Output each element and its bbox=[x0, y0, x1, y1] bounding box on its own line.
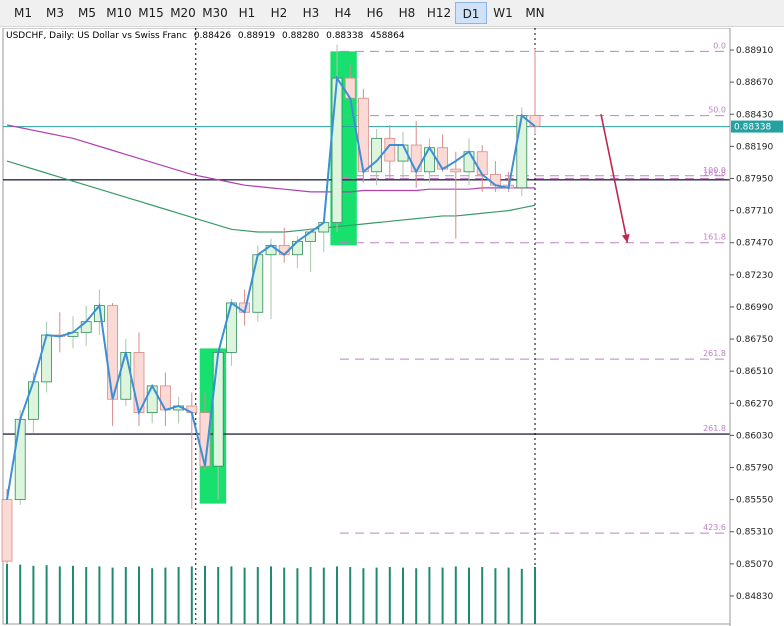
y-tick-label: 0.86510 bbox=[736, 367, 773, 377]
y-tick-label: 0.86270 bbox=[736, 399, 773, 409]
y-tick-label: 0.87230 bbox=[736, 271, 773, 281]
candle-body bbox=[27, 381, 39, 420]
tf-m5[interactable]: M5 bbox=[71, 2, 103, 24]
candle-body bbox=[516, 115, 528, 189]
current-price-label: 0.88338 bbox=[734, 123, 771, 133]
candle bbox=[489, 161, 501, 192]
candle bbox=[450, 151, 462, 239]
down-arrow-head bbox=[621, 233, 630, 243]
candle bbox=[107, 302, 118, 427]
tf-m15[interactable]: M15 bbox=[135, 2, 167, 24]
candle-body bbox=[357, 97, 369, 173]
candle bbox=[384, 124, 396, 179]
candle-body bbox=[331, 77, 343, 224]
y-tick-label: 0.86750 bbox=[736, 335, 773, 345]
fib-label-4: 161.8 bbox=[703, 233, 726, 242]
candle-body bbox=[159, 385, 171, 411]
down-arrow-line bbox=[600, 114, 629, 243]
fib-label-5: 261.8 bbox=[703, 349, 726, 358]
tf-mn[interactable]: MN bbox=[519, 2, 551, 24]
y-tick-label: 0.85070 bbox=[736, 560, 773, 570]
fib-label-0: 0.0 bbox=[713, 41, 726, 50]
candle bbox=[41, 321, 52, 393]
tf-m1[interactable]: M1 bbox=[7, 2, 39, 24]
y-tick-label: 0.88190 bbox=[736, 142, 773, 152]
candle-body bbox=[41, 334, 52, 383]
candle bbox=[410, 120, 422, 188]
tf-w1[interactable]: W1 bbox=[487, 2, 519, 24]
volume-value: 458864 bbox=[370, 31, 405, 41]
candle bbox=[1, 488, 13, 564]
candle bbox=[173, 396, 185, 424]
chart-window[interactable]: USDCHF, Daily: US Dollar vs Swiss Franc … bbox=[0, 28, 784, 626]
candle-body bbox=[344, 77, 356, 99]
tf-h12[interactable]: H12 bbox=[423, 2, 455, 24]
candle-body bbox=[450, 168, 462, 173]
tf-h4[interactable]: H4 bbox=[327, 2, 359, 24]
tf-m3[interactable]: M3 bbox=[39, 2, 71, 24]
y-tick-label: 0.87710 bbox=[736, 207, 773, 217]
y-tick-label: 0.86990 bbox=[736, 303, 773, 313]
y-tick-label: 0.88430 bbox=[736, 110, 773, 120]
tf-h1[interactable]: H1 bbox=[231, 2, 263, 24]
fib-label-7: 423.6 bbox=[703, 523, 726, 532]
candle bbox=[265, 238, 277, 319]
tf-h2[interactable]: H2 bbox=[263, 2, 295, 24]
candle-body bbox=[14, 418, 26, 501]
candle-body bbox=[476, 151, 488, 175]
symbol-info: USDCHF, Daily: US Dollar vs Swiss Franc … bbox=[6, 31, 409, 41]
candle bbox=[54, 312, 66, 353]
tf-d1[interactable]: D1 bbox=[455, 2, 487, 24]
candle bbox=[159, 372, 171, 427]
candle-body bbox=[146, 385, 158, 414]
candle-body bbox=[371, 137, 383, 173]
y-tick-label: 0.86030 bbox=[736, 431, 773, 441]
candle bbox=[529, 48, 541, 135]
symbol-title: USDCHF, Daily: US Dollar vs Swiss Franc bbox=[6, 31, 187, 41]
y-tick-label: 0.87950 bbox=[736, 174, 773, 184]
low-value: 0.88280 bbox=[282, 31, 320, 41]
candle-body bbox=[120, 352, 132, 400]
candle bbox=[225, 298, 237, 366]
price-chart[interactable]: 0.050.0100.0161.8161.8261.8261.8423.60.8… bbox=[0, 28, 784, 626]
candle-body bbox=[1, 499, 13, 562]
tf-h8[interactable]: H8 bbox=[391, 2, 423, 24]
y-tick-label: 0.85310 bbox=[736, 528, 773, 538]
tf-h6[interactable]: H6 bbox=[359, 2, 391, 24]
candle-body bbox=[212, 352, 224, 467]
y-tick-label: 0.88670 bbox=[736, 78, 773, 88]
candle-body bbox=[423, 147, 435, 173]
open-value: 0.88426 bbox=[193, 31, 232, 41]
candle-body bbox=[410, 144, 422, 173]
tf-m10[interactable]: M10 bbox=[103, 2, 135, 24]
tf-h3[interactable]: H3 bbox=[295, 2, 327, 24]
y-tick-label: 0.85550 bbox=[736, 496, 773, 506]
y-tick-label: 0.84830 bbox=[736, 592, 773, 602]
y-tick-label: 0.85790 bbox=[736, 464, 773, 474]
fib-label-1: 50.0 bbox=[708, 106, 726, 115]
candle-body bbox=[252, 254, 264, 313]
candle-body bbox=[291, 240, 303, 256]
y-tick-label: 0.88910 bbox=[736, 46, 773, 56]
fib-label-3: 161.8 bbox=[703, 168, 726, 177]
timeframe-toolbar: M1 M3 M5 M10 M15 M20 M30 H1 H2 H3 H4 H6 H8 H12 D1 W1 MN bbox=[0, 0, 784, 27]
fib-label-6: 261.8 bbox=[703, 424, 726, 433]
candle bbox=[278, 227, 290, 263]
high-value: 0.88919 bbox=[237, 31, 276, 41]
y-tick-label: 0.87470 bbox=[736, 239, 773, 249]
candle-body bbox=[225, 302, 237, 353]
candle bbox=[397, 131, 409, 179]
tf-m20[interactable]: M20 bbox=[167, 2, 199, 24]
tf-m30[interactable]: M30 bbox=[199, 2, 231, 24]
close-value: 0.88338 bbox=[326, 31, 364, 41]
